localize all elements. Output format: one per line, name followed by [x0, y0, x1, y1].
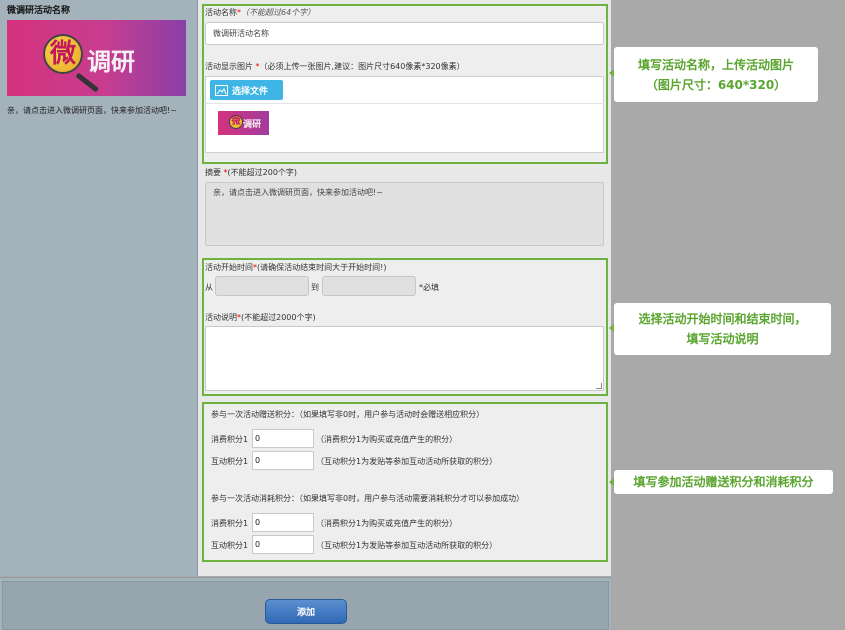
- preview-image: 微 调研: [7, 20, 186, 96]
- callout-points: 填写参加活动赠送积分和消耗积分: [614, 470, 833, 494]
- magnifier-logo-icon: 微: [43, 34, 83, 74]
- activity-image-label: 活动显示图片 *（必须上传一张图片,建议：图片尺寸640像素*320像素）: [205, 62, 465, 71]
- summary-textarea[interactable]: 亲，请点击进入微调研页面，快来参加活动吧!~: [205, 182, 604, 246]
- from-label: 从: [205, 283, 213, 292]
- reward-interaction-points-label: 互动积分1: [211, 457, 249, 466]
- add-button[interactable]: 添加: [265, 599, 347, 624]
- end-time-input[interactable]: [322, 276, 416, 296]
- start-time-input[interactable]: [215, 276, 309, 296]
- image-file-icon: [215, 84, 228, 96]
- thumbnail-text: 调研: [243, 120, 262, 130]
- choose-file-button[interactable]: 选择文件: [210, 80, 283, 100]
- cost-consume-points-input[interactable]: 0: [252, 513, 314, 532]
- cost-consume-points-note: （消费积分1为购买或充值产生的积分）: [316, 519, 458, 528]
- resize-handle[interactable]: [596, 383, 602, 389]
- cost-interaction-points-label: 互动积分1: [211, 541, 249, 550]
- cost-interaction-points-input[interactable]: 0: [252, 535, 314, 554]
- activity-name-label: 活动名称*（不能超过64个字）: [205, 8, 316, 17]
- summary-label: 摘要 *(不能超过200个字): [205, 168, 298, 177]
- reward-consume-points-input[interactable]: 0: [252, 429, 314, 448]
- activity-name-input[interactable]: 微调研活动名称: [205, 22, 604, 45]
- reward-points-title: 参与一次活动赠送积分：（如果填写非0时，用户参与活动时会赠送相应积分）: [211, 410, 485, 419]
- callout-1-line-2: （图片尺寸：640*320）: [645, 77, 787, 92]
- description-textarea[interactable]: [205, 326, 604, 391]
- cost-interaction-points-note: （互动积分1为发贴等参加互动活动所获取的积分）: [316, 541, 498, 550]
- description-label: 活动说明*(不能超过2000个字): [205, 313, 316, 322]
- reward-consume-points-label: 消费积分1: [211, 435, 249, 444]
- to-label: 到: [311, 283, 319, 292]
- cost-consume-points-label: 消费积分1: [211, 519, 249, 528]
- callout-time-description: 选择活动开始时间和结束时间， 填写活动说明: [614, 303, 831, 355]
- uploaded-thumbnail[interactable]: 微 调研: [218, 111, 269, 135]
- callout-2-line-1: 选择活动开始时间和结束时间，: [638, 312, 807, 326]
- required-note: *必填: [419, 283, 439, 292]
- reward-consume-points-note: （消费积分1为购买或充值产生的积分）: [316, 435, 458, 444]
- callout-name-image: 填写活动名称，上传活动图片 （图片尺寸：640*320）: [614, 47, 818, 102]
- callout-1-line-1: 填写活动名称，上传活动图片: [637, 57, 794, 72]
- start-time-label: 活动开始时间*(请确保活动结束时间大于开始时间!): [205, 263, 387, 272]
- reward-interaction-points-input[interactable]: 0: [252, 451, 314, 470]
- consume-points-title: 参与一次活动消耗积分：（如果填写非0时，用户参与活动需要消耗积分才可以参加成功）: [211, 494, 525, 503]
- preview-logo-text: 调研: [87, 48, 135, 76]
- preview-title: 微调研活动名称: [7, 6, 71, 16]
- callout-3-line-1: 填写参加活动赠送积分和消耗积分: [633, 475, 814, 489]
- thumbnail-magnifier-icon: 微: [229, 115, 243, 129]
- callout-2-line-2: 填写活动说明: [686, 332, 759, 346]
- upload-divider: [205, 103, 604, 104]
- reward-interaction-points-note: （互动积分1为发贴等参加互动活动所获取的积分）: [316, 457, 498, 466]
- preview-summary: 亲，请点击进入微调研页面，快来参加活动吧!~: [7, 106, 177, 115]
